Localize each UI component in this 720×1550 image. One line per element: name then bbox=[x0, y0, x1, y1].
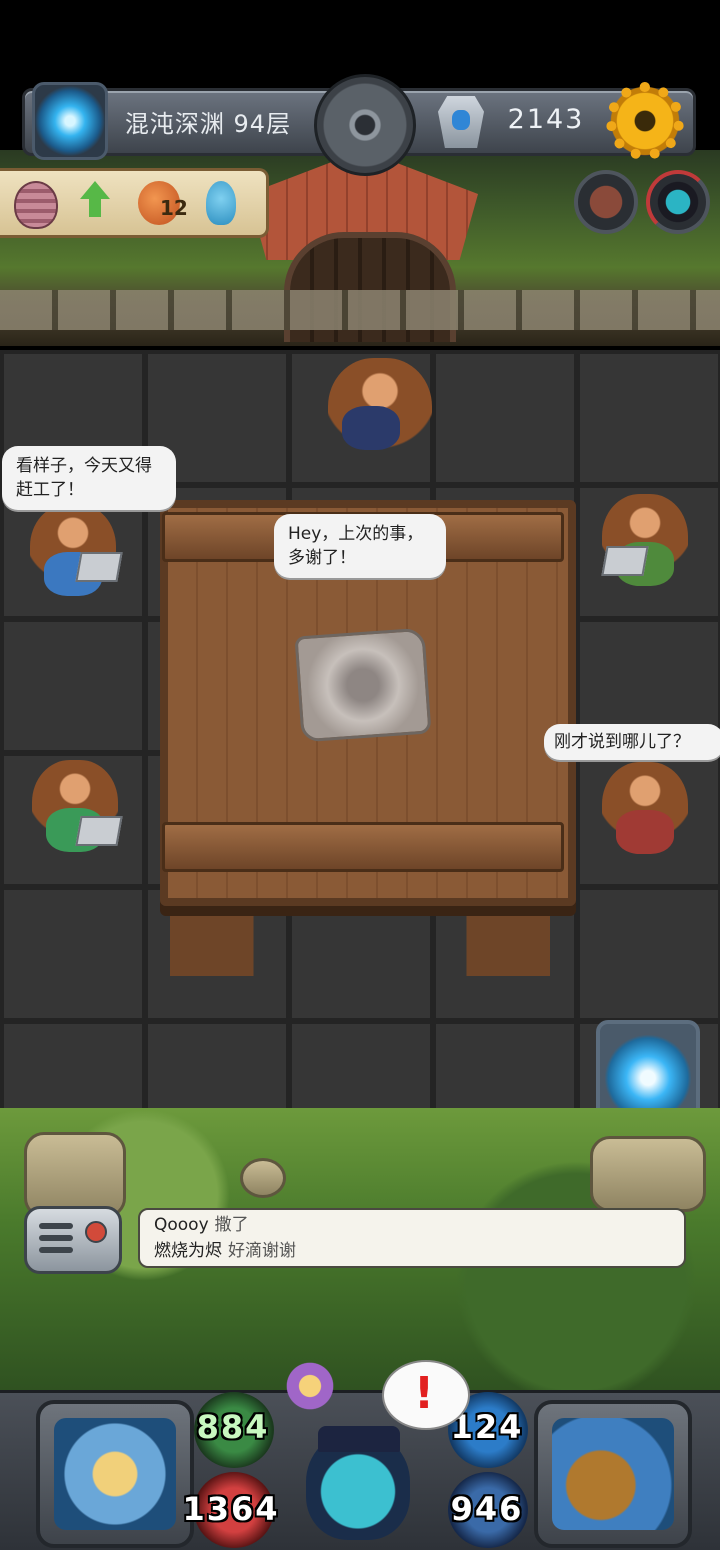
speech-bubble-center: Hey，上次的事，多谢了！ bbox=[274, 514, 446, 578]
mummy-egg-icon[interactable] bbox=[14, 181, 58, 229]
floor-title: 混沌深渊 94层 bbox=[124, 110, 292, 138]
speech-bubble-left: 看样子，今天又得赶工了！ bbox=[2, 446, 176, 510]
rock bbox=[240, 1158, 286, 1198]
exit-portal[interactable] bbox=[596, 1020, 700, 1118]
monkey-worker-bottom-left[interactable] bbox=[32, 760, 123, 856]
mp-value: 946 bbox=[450, 1490, 524, 1528]
rock bbox=[590, 1136, 706, 1212]
boss-monkey[interactable] bbox=[328, 358, 432, 468]
green-up-arrow-icon[interactable] bbox=[80, 181, 110, 225]
monkey-worker-top-left[interactable] bbox=[30, 504, 123, 600]
chat-message: 好滴谢谢 bbox=[228, 1241, 296, 1261]
hp-value: 1364 bbox=[182, 1490, 280, 1528]
blue-gem-icon bbox=[438, 96, 484, 148]
chat-line: Qoooy 撒了 bbox=[154, 1212, 670, 1238]
monkey-worker-bottom-right[interactable] bbox=[602, 762, 688, 858]
stone-wall bbox=[0, 290, 720, 330]
hero-hat bbox=[318, 1426, 400, 1452]
portal-icon[interactable] bbox=[32, 82, 108, 160]
monkey-worker-top-right[interactable] bbox=[601, 494, 688, 590]
brain-icon[interactable] bbox=[574, 170, 638, 234]
chat-line: 燃烧为烬 好滴谢谢 bbox=[154, 1238, 670, 1264]
chat-sender: Qoooy bbox=[154, 1215, 209, 1235]
ninja-avatar-icon[interactable] bbox=[646, 170, 710, 234]
attack-value: 884 bbox=[196, 1408, 270, 1446]
spellbook-button[interactable] bbox=[534, 1400, 692, 1548]
blue-spirit-icon[interactable] bbox=[206, 181, 236, 225]
chat-log[interactable]: Qoooy 撒了 燃烧为烬 好滴谢谢 bbox=[138, 1208, 686, 1268]
compass-disc-icon[interactable] bbox=[314, 74, 416, 176]
chat-sender: 燃烧为烬 bbox=[154, 1241, 222, 1261]
fox-count: 12 bbox=[160, 196, 188, 220]
gem-count: 2143 bbox=[507, 104, 585, 135]
gear-icon[interactable] bbox=[606, 82, 684, 160]
items-panel bbox=[0, 168, 269, 238]
fairy-companion[interactable] bbox=[282, 1360, 338, 1412]
compass-item-button[interactable] bbox=[36, 1400, 194, 1548]
chat-message: 撒了 bbox=[214, 1215, 249, 1235]
chat-button[interactable] bbox=[24, 1206, 122, 1274]
speech-bubble-right: 刚才说到哪儿了？ bbox=[544, 724, 720, 760]
stone-map-fragment[interactable] bbox=[294, 627, 432, 743]
table-bottom-rail bbox=[162, 822, 564, 872]
exclamation-icon: ! bbox=[413, 1368, 435, 1419]
